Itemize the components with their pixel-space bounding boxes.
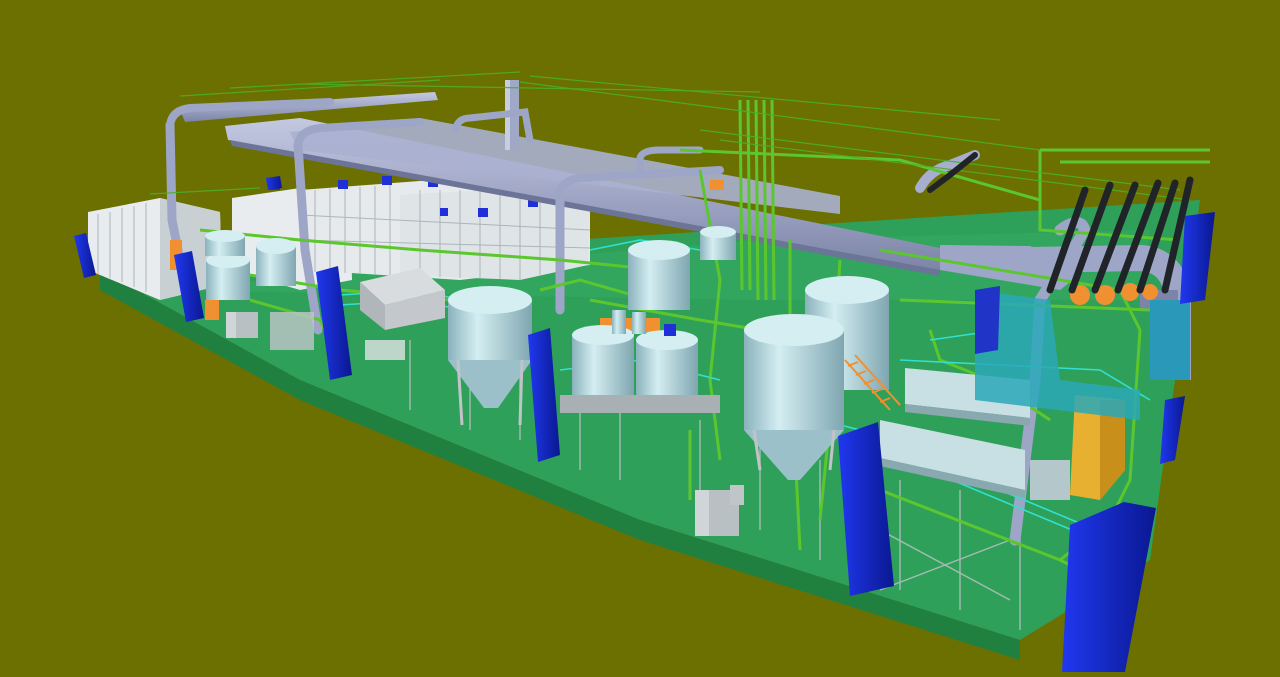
silo-left	[448, 286, 532, 426]
silo-center	[628, 240, 690, 310]
plant-3d-model-view	[0, 0, 1280, 677]
